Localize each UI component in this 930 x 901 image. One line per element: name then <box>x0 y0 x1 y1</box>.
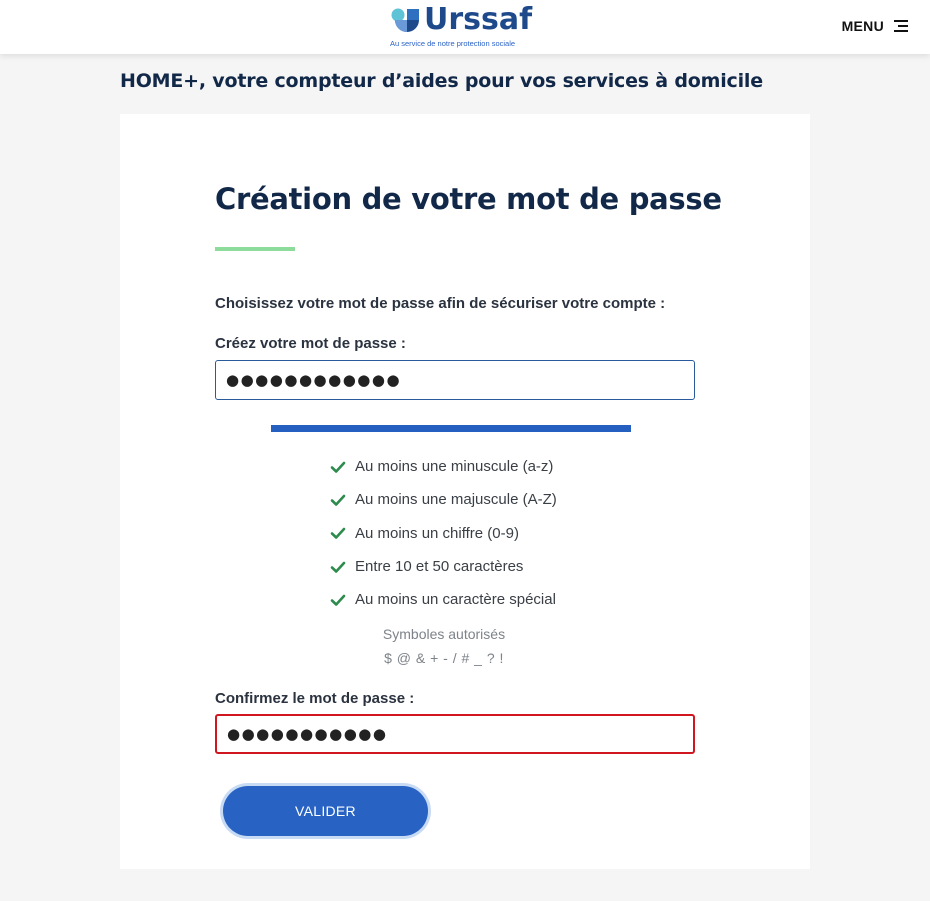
rule-text: Entre 10 et 50 caractères <box>355 558 524 576</box>
urssaf-logo[interactable]: Urssaf Au service de notre protection so… <box>390 2 540 50</box>
password-strength-bar <box>271 425 631 432</box>
rule-text: Au moins une majuscule (A-Z) <box>355 491 557 509</box>
check-icon <box>330 461 346 473</box>
validate-button[interactable]: VALIDER <box>223 786 428 836</box>
allowed-symbols-list: $ @ & + - / # _ ? ! <box>384 650 504 666</box>
rule-lowercase: Au moins une minuscule (a-z) <box>330 450 630 483</box>
create-password-input[interactable]: ●●●●●●●●●●●● <box>215 360 695 400</box>
rule-digit: Au moins un chiffre (0-9) <box>330 517 630 550</box>
top-navigation-bar: Urssaf Au service de notre protection so… <box>0 0 930 54</box>
logo-wordmark: Urssaf <box>424 2 533 37</box>
rule-uppercase: Au moins une majuscule (A-Z) <box>330 483 630 516</box>
check-icon <box>330 494 346 506</box>
hamburger-icon <box>894 19 908 33</box>
form-title: Création de votre mot de passe <box>215 182 722 216</box>
check-icon <box>330 561 346 573</box>
logo-tagline: Au service de notre protection sociale <box>390 39 516 48</box>
menu-label: MENU <box>841 18 884 34</box>
rule-text: Au moins un caractère spécial <box>355 591 556 609</box>
confirm-password-label: Confirmez le mot de passe : <box>215 690 415 707</box>
rule-special-char: Au moins un caractère spécial <box>330 583 630 616</box>
allowed-symbols-title: Symboles autorisés <box>382 626 506 642</box>
check-icon <box>330 527 346 540</box>
rule-length: Entre 10 et 50 caractères <box>330 550 630 583</box>
check-icon <box>330 594 346 606</box>
page-heading: HOME+, votre compteur d’aides pour vos s… <box>120 70 763 92</box>
password-creation-card: Création de votre mot de passe Choisisse… <box>120 114 810 869</box>
title-underline <box>215 247 295 251</box>
create-password-label: Créez votre mot de passe : <box>215 335 406 352</box>
rule-text: Au moins un chiffre (0-9) <box>355 524 519 542</box>
form-intro: Choisissez votre mot de passe afin de sé… <box>215 295 666 312</box>
confirm-password-input[interactable]: ●●●●●●●●●●● <box>215 714 695 754</box>
menu-button[interactable]: MENU <box>842 16 908 36</box>
urssaf-logo-icon <box>391 8 419 32</box>
password-rules-list: Au moins une minuscule (a-z) Au moins un… <box>330 450 630 616</box>
rule-text: Au moins une minuscule (a-z) <box>355 458 554 476</box>
